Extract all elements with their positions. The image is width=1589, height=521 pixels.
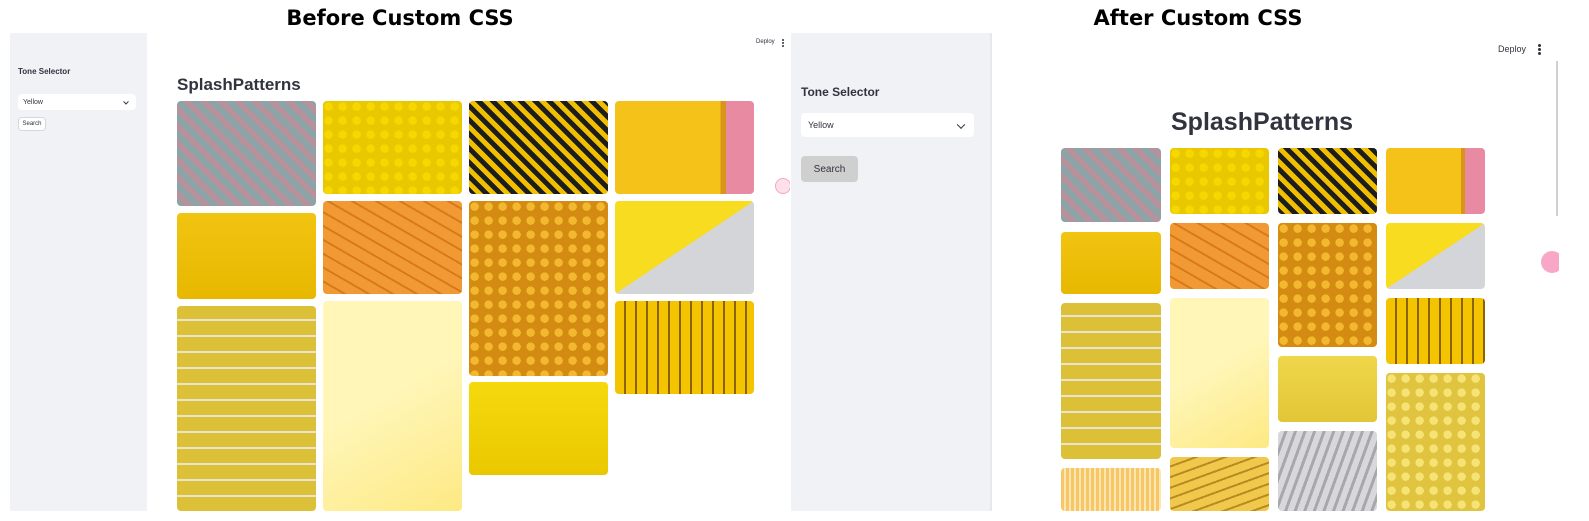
- tone-select[interactable]: Yellow: [801, 113, 974, 137]
- tile-yellow-pegboard: [1061, 232, 1161, 294]
- tile-balls: [323, 101, 462, 194]
- chevron-down-icon: [123, 98, 129, 105]
- deploy-button[interactable]: Deploy: [1498, 44, 1526, 54]
- tile-lockers: [615, 301, 754, 394]
- tile-pale: [1170, 298, 1269, 448]
- tile-scales: [1061, 148, 1161, 222]
- tone-select[interactable]: Yellow: [18, 94, 136, 110]
- floating-action-icon[interactable]: [1541, 251, 1559, 273]
- tone-select-value: Yellow: [23, 98, 43, 106]
- before-panel-title: Before Custom CSS: [286, 6, 514, 30]
- app-title: SplashPatterns: [1171, 108, 1354, 136]
- scrollbar[interactable]: [1556, 61, 1558, 216]
- tone-select-value: Yellow: [808, 120, 834, 130]
- tile-diagonal: [615, 201, 754, 294]
- tile-bright: [469, 382, 608, 475]
- tile-mustard: [1278, 356, 1377, 422]
- sidebar-heading: Tone Selector: [18, 67, 71, 76]
- tile-lockers: [1386, 298, 1485, 364]
- tile-skulls: [469, 201, 608, 376]
- chevron-down-icon: [956, 120, 966, 129]
- sidebar-heading: Tone Selector: [801, 85, 880, 99]
- tile-diagonal: [1386, 223, 1485, 289]
- tile-yellow-pegboard: [177, 213, 316, 299]
- tile-stripes-pale: [1061, 468, 1161, 511]
- app-title: SplashPatterns: [177, 75, 301, 94]
- tile-mosaic: [177, 306, 316, 511]
- after-app-screenshot: Tone Selector Yellow Search Deploy Splas…: [791, 33, 1559, 511]
- before-app-screenshot: Tone Selector Yellow Search Deploy Splas…: [10, 33, 790, 511]
- tile-lemons: [1386, 373, 1485, 511]
- kebab-menu-icon[interactable]: [782, 39, 784, 47]
- deploy-button[interactable]: Deploy: [756, 39, 775, 45]
- tile-scales: [177, 101, 316, 206]
- tile-wavy-silver: [1278, 431, 1377, 511]
- kebab-menu-icon[interactable]: [1538, 44, 1541, 55]
- tile-bananas: [1170, 457, 1269, 511]
- search-button[interactable]: Search: [801, 156, 858, 182]
- tile-stripes: [469, 101, 608, 194]
- tile-yellow-pink: [1386, 148, 1485, 214]
- sidebar: Tone Selector Yellow Search: [791, 33, 992, 511]
- tile-balls: [1170, 148, 1269, 214]
- search-button[interactable]: Search: [18, 117, 46, 131]
- floating-action-icon[interactable]: [775, 178, 790, 194]
- tile-skulls: [1278, 223, 1377, 347]
- tile-yellow-pink: [615, 101, 754, 194]
- tile-stripes: [1278, 148, 1377, 214]
- sidebar: Tone Selector Yellow Search: [10, 33, 147, 511]
- tile-pale: [323, 301, 462, 511]
- tile-orange-tiles: [323, 201, 462, 294]
- tile-orange-tiles: [1170, 223, 1269, 289]
- tile-mosaic: [1061, 303, 1161, 459]
- after-panel-title: After Custom CSS: [1093, 6, 1303, 30]
